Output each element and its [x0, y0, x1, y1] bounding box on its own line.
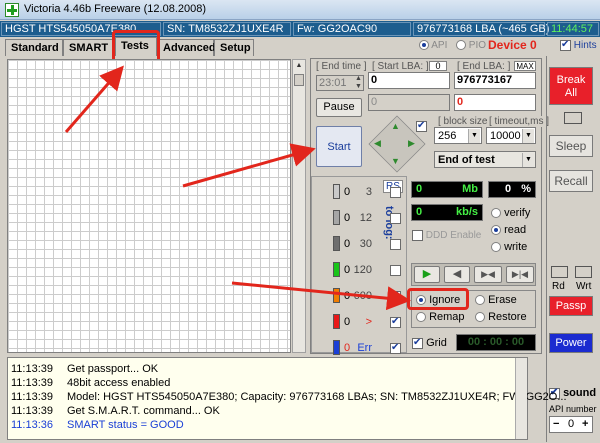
arrow-to-tests-tab — [64, 65, 124, 133]
arrow-to-start — [182, 143, 316, 188]
arrow-to-ignore — [231, 281, 411, 311]
tab-tests[interactable]: Tests — [115, 37, 157, 56]
annotation-arrows — [64, 65, 411, 311]
